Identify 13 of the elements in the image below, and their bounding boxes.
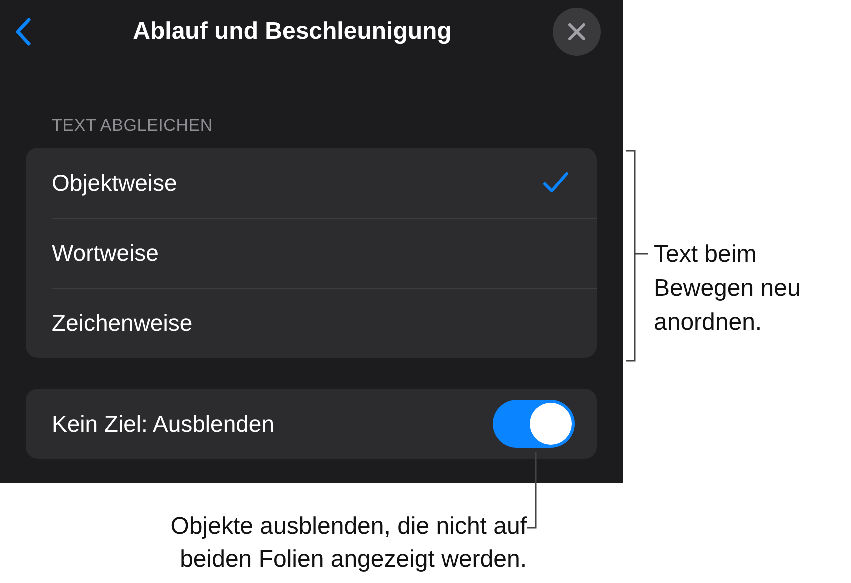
panel-title: Ablauf und Beschleunigung (133, 18, 452, 46)
close-button[interactable] (553, 8, 601, 56)
option-row[interactable]: Wortweise (52, 218, 597, 288)
option-row[interactable]: Objektweise (52, 148, 597, 218)
section-label: TEXT ABGLEICHEN (52, 116, 214, 136)
callout-text: Objekte ausblenden, die nicht auf beiden Folien angezeigt werden. (170, 512, 527, 575)
callout-text: Text beim Bewegen neu anordnen. (654, 240, 801, 338)
toggle-switch[interactable] (493, 400, 575, 448)
option-row[interactable]: Zeichenweise (52, 288, 597, 358)
toggle-label: Kein Ziel: Ausblenden (52, 410, 274, 438)
checkmark-icon (543, 172, 569, 194)
close-icon (567, 22, 587, 42)
back-icon[interactable] (14, 17, 32, 47)
